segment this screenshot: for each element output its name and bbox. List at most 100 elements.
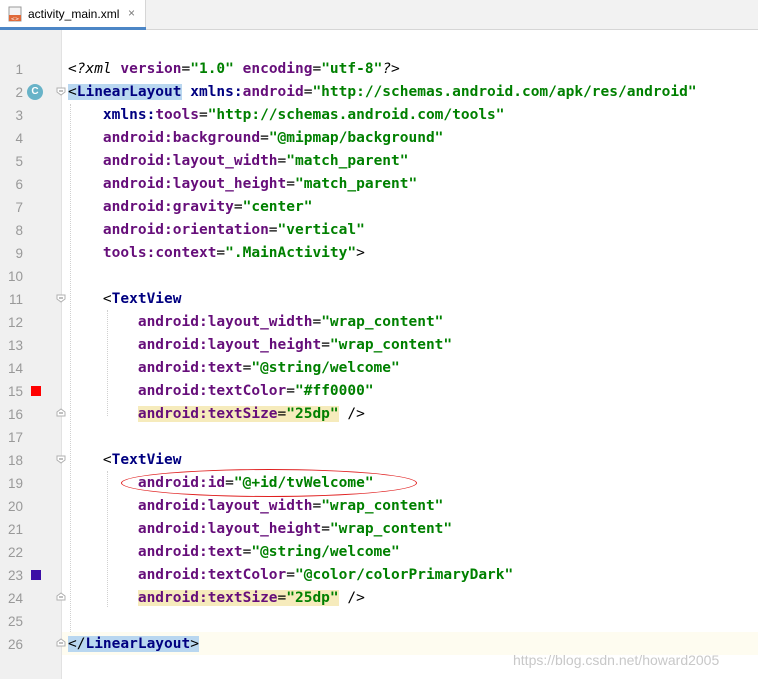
color-swatch-red[interactable] bbox=[31, 386, 41, 396]
attr-name: text bbox=[207, 360, 243, 376]
attr-namespace: android: bbox=[137, 337, 208, 353]
attr-name: orientation bbox=[172, 222, 269, 238]
line-number: 10 bbox=[7, 269, 23, 284]
attr-name: layout_height bbox=[172, 176, 287, 192]
attr-name: tools bbox=[155, 107, 199, 123]
line-number: 21 bbox=[7, 522, 23, 537]
attr-name: layout_width bbox=[207, 314, 313, 330]
tag-name: LinearLayout bbox=[85, 636, 191, 652]
code-line: android:layout_width="wrap_content" bbox=[68, 495, 444, 518]
equals: = bbox=[286, 176, 295, 192]
line-number: 17 bbox=[7, 430, 23, 445]
xml-file-icon: <> bbox=[8, 6, 22, 22]
fold-end-marker-icon[interactable] bbox=[56, 592, 66, 602]
line-number: 20 bbox=[7, 499, 23, 514]
tab-label: activity_main.xml bbox=[28, 7, 120, 21]
code-line: android:textSize="25dp" /> bbox=[68, 587, 365, 610]
line-number: 19 bbox=[7, 476, 23, 491]
attr-namespace: xmlns: bbox=[181, 84, 243, 100]
code-line: android:text="@string/welcome" bbox=[68, 357, 400, 380]
attr-value: "@string/welcome" bbox=[251, 544, 400, 560]
attr-value: "@string/welcome" bbox=[251, 360, 400, 376]
equals: = bbox=[312, 314, 322, 330]
attr-name: layout_height bbox=[207, 521, 322, 537]
equals: = bbox=[312, 498, 322, 514]
attr-namespace: xmlns: bbox=[102, 107, 156, 123]
code-line: android:textColor="#ff0000" bbox=[68, 380, 374, 403]
attr-value: "center" bbox=[242, 199, 313, 215]
line-number: 24 bbox=[7, 591, 23, 606]
line-number: 13 bbox=[7, 338, 23, 353]
attr-value: "wrap_content" bbox=[321, 314, 444, 330]
attr-value: "wrap_content" bbox=[321, 498, 444, 514]
annotation-ellipse bbox=[121, 469, 417, 497]
attr-name: layout_width bbox=[207, 498, 313, 514]
attr-namespace: android: bbox=[102, 222, 173, 238]
attr-namespace: tools: bbox=[102, 245, 156, 261]
attr-value: "1.0" bbox=[190, 61, 234, 77]
code-line: tools:context=".MainActivity"> bbox=[68, 242, 365, 265]
attr-namespace: android: bbox=[137, 406, 208, 422]
fold-end-marker-icon[interactable] bbox=[56, 408, 66, 418]
code-line: android:textColor="@color/colorPrimaryDa… bbox=[68, 564, 513, 587]
tag-bracket: < bbox=[102, 291, 112, 307]
line-number: 5 bbox=[15, 154, 23, 169]
close-icon[interactable]: × bbox=[128, 6, 135, 20]
fold-marker-icon[interactable] bbox=[56, 86, 66, 96]
code-line: <LinearLayout xmlns:android="http://sche… bbox=[68, 81, 697, 104]
tag-bracket: </ bbox=[68, 636, 86, 652]
attr-name: textColor bbox=[207, 383, 287, 399]
fold-end-marker-icon[interactable] bbox=[56, 638, 66, 648]
equals: = bbox=[321, 521, 330, 537]
color-swatch-primary-dark[interactable] bbox=[31, 570, 41, 580]
attr-value: "@mipmap/background" bbox=[268, 130, 444, 146]
code-line: <TextView bbox=[68, 288, 182, 311]
attr-namespace: android: bbox=[137, 567, 208, 583]
code-line: android:text="@string/welcome" bbox=[68, 541, 400, 564]
attr-name: textSize bbox=[207, 590, 278, 606]
attr-name: textSize bbox=[207, 406, 278, 422]
attr-name: gravity bbox=[172, 199, 234, 215]
code-line: android:layout_height="wrap_content" bbox=[68, 334, 452, 357]
tag-bracket: < bbox=[102, 452, 112, 468]
fold-marker-icon[interactable] bbox=[56, 293, 66, 303]
equals: = bbox=[260, 130, 269, 146]
attr-name: encoding bbox=[242, 61, 313, 77]
line-number: 16 bbox=[7, 407, 23, 422]
attr-value: "25dp" bbox=[286, 406, 339, 422]
attr-name: background bbox=[172, 130, 261, 146]
attr-name: text bbox=[207, 544, 243, 560]
fold-marker-icon[interactable] bbox=[56, 454, 66, 464]
equals: = bbox=[312, 61, 322, 77]
xml-decl-end: ?> bbox=[382, 61, 400, 77]
line-number: 22 bbox=[7, 545, 23, 560]
equals: = bbox=[286, 567, 295, 583]
attr-name: textColor bbox=[207, 567, 287, 583]
attr-namespace: android: bbox=[137, 360, 208, 376]
equals: = bbox=[268, 222, 278, 238]
class-badge-icon[interactable]: C bbox=[27, 84, 43, 100]
editor-tab-bar: <> activity_main.xml × bbox=[0, 0, 758, 30]
attr-namespace: android: bbox=[137, 383, 208, 399]
attr-name: layout_width bbox=[172, 153, 278, 169]
line-number: 1 bbox=[15, 62, 23, 77]
line-number: 14 bbox=[7, 361, 23, 376]
code-line: </LinearLayout> bbox=[68, 633, 199, 656]
code-line: android:layout_height="match_parent" bbox=[68, 173, 417, 196]
tag-bracket: > bbox=[356, 245, 365, 261]
attr-namespace: android: bbox=[137, 521, 208, 537]
code-line: android:textSize="25dp" /> bbox=[68, 403, 365, 426]
code-line: android:layout_width="wrap_content" bbox=[68, 311, 444, 334]
code-line: <TextView bbox=[68, 449, 182, 472]
line-number: 9 bbox=[15, 246, 23, 261]
line-number: 3 bbox=[15, 108, 23, 123]
equals: = bbox=[321, 337, 330, 353]
line-number: 15 bbox=[7, 384, 23, 399]
line-number: 25 bbox=[7, 614, 23, 629]
attr-value: "match_parent" bbox=[295, 176, 418, 192]
attr-value: "vertical" bbox=[277, 222, 365, 238]
equals: = bbox=[277, 590, 287, 606]
tab-activity-main-xml[interactable]: <> activity_main.xml × bbox=[0, 0, 146, 30]
line-number: 4 bbox=[15, 131, 23, 146]
